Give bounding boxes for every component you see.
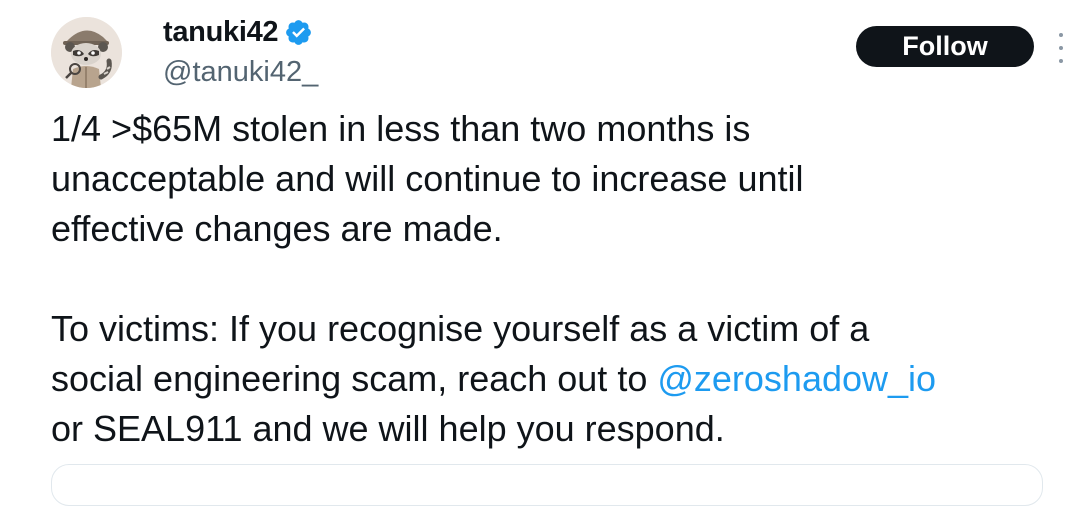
tweet-line: To victims: If you recognise yourself as… [51, 308, 870, 349]
more-options-icon[interactable] [1054, 33, 1068, 63]
follow-button[interactable]: Follow [856, 26, 1034, 67]
more-dot [1059, 46, 1063, 50]
raccoon-avatar-icon [51, 17, 122, 88]
tweet-line: effective changes are made. [51, 208, 503, 249]
more-dot [1059, 33, 1063, 37]
tweet-line-text: social engineering scam, reach out to [51, 358, 658, 399]
tweet-line: social engineering scam, reach out to @z… [51, 354, 1061, 404]
tweet-text: 1/4 >$65M stolen in less than two months… [51, 104, 1061, 454]
tweet-line: unacceptable and will continue to increa… [51, 158, 804, 199]
paragraph-break [51, 254, 1061, 304]
author-display-name[interactable]: tanuki42 [163, 13, 313, 51]
embedded-card-edge [51, 464, 1043, 506]
tweet-line: 1/4 >$65M stolen in less than two months… [51, 108, 751, 149]
tweet-line: or SEAL911 and we will help you respond. [51, 408, 725, 449]
avatar[interactable] [51, 17, 122, 88]
more-dot [1059, 59, 1063, 63]
author-handle[interactable]: @tanuki42_ [163, 54, 318, 90]
mention-link-zeroshadow[interactable]: @zeroshadow_io [657, 358, 936, 399]
verified-badge-icon [286, 19, 312, 45]
display-name-text: tanuki42 [163, 16, 279, 48]
